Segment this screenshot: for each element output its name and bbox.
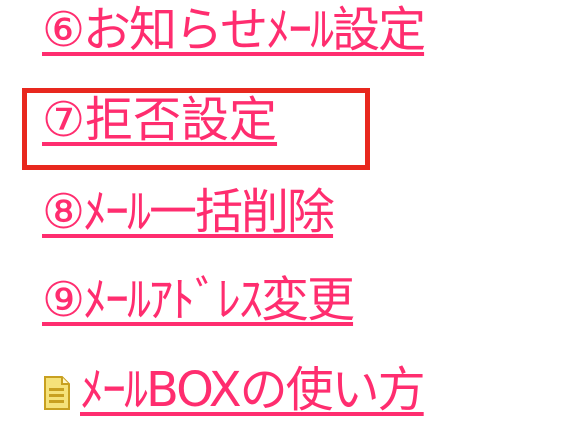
mailbox-howto-link[interactable]: ﾒｰﾙBOXの使い方 <box>80 362 426 418</box>
change-mail-address-link[interactable]: ⑨ﾒｰﾙｱﾄﾞﾚｽ変更 <box>42 272 355 328</box>
settings-menu: ⑥お知らせﾒｰﾙ設定 ⑦拒否設定 ⑧ﾒｰﾙ一括削除 ⑨ﾒｰﾙｱﾄﾞﾚｽ変更 ﾒｰ… <box>0 0 570 433</box>
bulk-delete-mail-link[interactable]: ⑧ﾒｰﾙ一括削除 <box>42 184 335 240</box>
reject-settings-link[interactable]: ⑦拒否設定 <box>42 92 277 148</box>
document-icon <box>44 376 70 410</box>
notification-mail-settings-link[interactable]: ⑥お知らせﾒｰﾙ設定 <box>42 2 426 58</box>
